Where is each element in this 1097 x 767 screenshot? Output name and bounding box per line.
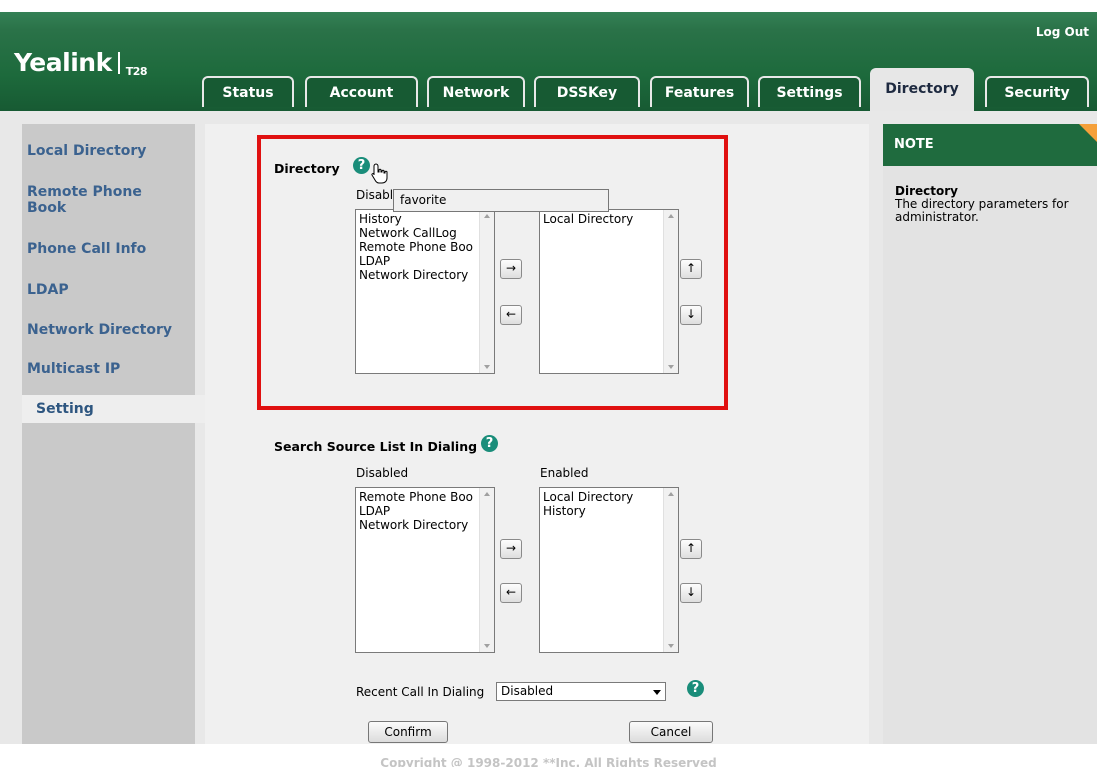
hand-cursor-icon	[371, 163, 388, 184]
sidebar-item-network-directory[interactable]: Network Directory	[27, 322, 172, 338]
search-source-help-icon[interactable]: ?	[481, 435, 498, 452]
cancel-button[interactable]: Cancel	[629, 721, 713, 743]
tab-directory[interactable]: Directory	[870, 68, 974, 111]
search-source-move-left-button[interactable]: ←	[500, 583, 522, 603]
scroll-down-arrow-icon	[484, 365, 490, 369]
directory-enabled-list[interactable]: Local Directory	[539, 209, 679, 374]
list-item[interactable]: Remote Phone Boo	[359, 490, 473, 504]
search-source-move-up-button[interactable]: ↑	[680, 539, 702, 559]
tab-features[interactable]: Features	[650, 76, 749, 107]
directory-disabled-items: History Network CallLog Remote Phone Boo…	[359, 212, 473, 282]
scroll-down-arrow-icon	[484, 644, 490, 648]
top-header: Yealink T28 Log Out Status Account Networ…	[0, 0, 1097, 111]
recent-call-select[interactable]: Disabled	[496, 682, 666, 701]
note-panel: NOTE Directory The directory parameters …	[883, 124, 1097, 744]
logo-model: T28	[125, 65, 148, 78]
footer: Copyright @ 1998-2012 **Inc. All Rights …	[0, 744, 1097, 767]
scroll-up-arrow-icon	[484, 492, 490, 496]
search-source-move-right-button[interactable]: →	[500, 539, 522, 559]
search-source-title: Search Source List In Dialing	[274, 439, 478, 454]
tab-account[interactable]: Account	[305, 76, 418, 107]
scrollbar[interactable]	[479, 210, 494, 373]
note-corner-icon	[1079, 124, 1097, 142]
directory-move-up-button[interactable]: ↑	[680, 259, 702, 279]
list-item[interactable]: History	[543, 504, 633, 518]
note-title: Directory	[895, 184, 958, 198]
search-source-enabled-list[interactable]: Local Directory History	[539, 487, 679, 653]
sidebar-item-remote-phone-book[interactable]: Remote Phone	[27, 184, 142, 200]
list-item[interactable]: History	[359, 212, 473, 226]
content-panel	[205, 124, 869, 744]
directory-move-right-button[interactable]: →	[500, 259, 522, 279]
directory-move-left-button[interactable]: ←	[500, 305, 522, 325]
search-source-move-down-button[interactable]: ↓	[680, 583, 702, 603]
sidebar-item-multicast-ip[interactable]: Multicast IP	[27, 361, 120, 377]
sidebar-item-ldap[interactable]: LDAP	[27, 282, 69, 298]
sidebar-item-setting[interactable]: Setting	[22, 395, 217, 423]
list-item[interactable]: Network CallLog	[359, 226, 473, 240]
list-item[interactable]: Local Directory	[543, 212, 633, 226]
tab-settings[interactable]: Settings	[758, 76, 861, 107]
tab-network[interactable]: Network	[427, 76, 525, 107]
recent-call-label: Recent Call In Dialing	[356, 685, 485, 699]
yealink-logo: Yealink T28	[14, 48, 148, 78]
sidebar	[22, 124, 195, 744]
copyright-text: Copyright @ 1998-2012 **Inc. All Rights …	[380, 756, 717, 767]
search-source-enabled-label: Enabled	[540, 466, 589, 480]
search-source-disabled-label: Disabled	[356, 466, 409, 480]
directory-enabled-items: Local Directory	[543, 212, 633, 226]
tab-status[interactable]: Status	[202, 76, 294, 107]
sidebar-item-phone-call-info[interactable]: Phone Call Info	[27, 241, 146, 257]
confirm-button[interactable]: Confirm	[368, 721, 448, 743]
scroll-down-arrow-icon	[668, 644, 674, 648]
logout-link[interactable]: Log Out	[1036, 25, 1089, 39]
recent-call-value: Disabled	[501, 684, 554, 698]
scrollbar[interactable]	[663, 210, 678, 373]
note-text: The directory parameters for administrat…	[895, 197, 1069, 224]
search-source-disabled-list[interactable]: Remote Phone Boo LDAP Network Directory	[355, 487, 495, 653]
help-tooltip: favorite	[393, 189, 609, 212]
list-item[interactable]: LDAP	[359, 504, 473, 518]
note-heading: NOTE	[883, 124, 1097, 166]
list-item[interactable]: Remote Phone Boo	[359, 240, 473, 254]
chevron-down-icon	[653, 690, 661, 695]
recent-call-help-icon[interactable]: ?	[687, 680, 704, 697]
sidebar-item-remote-phone-book-line2[interactable]: Book	[27, 200, 66, 216]
scroll-up-arrow-icon	[668, 214, 674, 218]
sidebar-item-local-directory[interactable]: Local Directory	[27, 143, 146, 159]
directory-move-down-button[interactable]: ↓	[680, 305, 702, 325]
scroll-up-arrow-icon	[668, 492, 674, 496]
tab-dsskey[interactable]: DSSKey	[534, 76, 640, 107]
search-source-enabled-items: Local Directory History	[543, 490, 633, 518]
list-item[interactable]: Network Directory	[359, 268, 473, 282]
scroll-down-arrow-icon	[668, 365, 674, 369]
list-item[interactable]: Local Directory	[543, 490, 633, 504]
tab-security[interactable]: Security	[985, 76, 1089, 107]
directory-disabled-list[interactable]: History Network CallLog Remote Phone Boo…	[355, 209, 495, 374]
search-source-disabled-items: Remote Phone Boo LDAP Network Directory	[359, 490, 473, 532]
scrollbar[interactable]	[479, 488, 494, 652]
logo-text: Yealink	[14, 48, 112, 77]
list-item[interactable]: LDAP	[359, 254, 473, 268]
directory-title: Directory	[274, 161, 340, 176]
list-item[interactable]: Network Directory	[359, 518, 473, 532]
scroll-up-arrow-icon	[484, 214, 490, 218]
scrollbar[interactable]	[663, 488, 678, 652]
